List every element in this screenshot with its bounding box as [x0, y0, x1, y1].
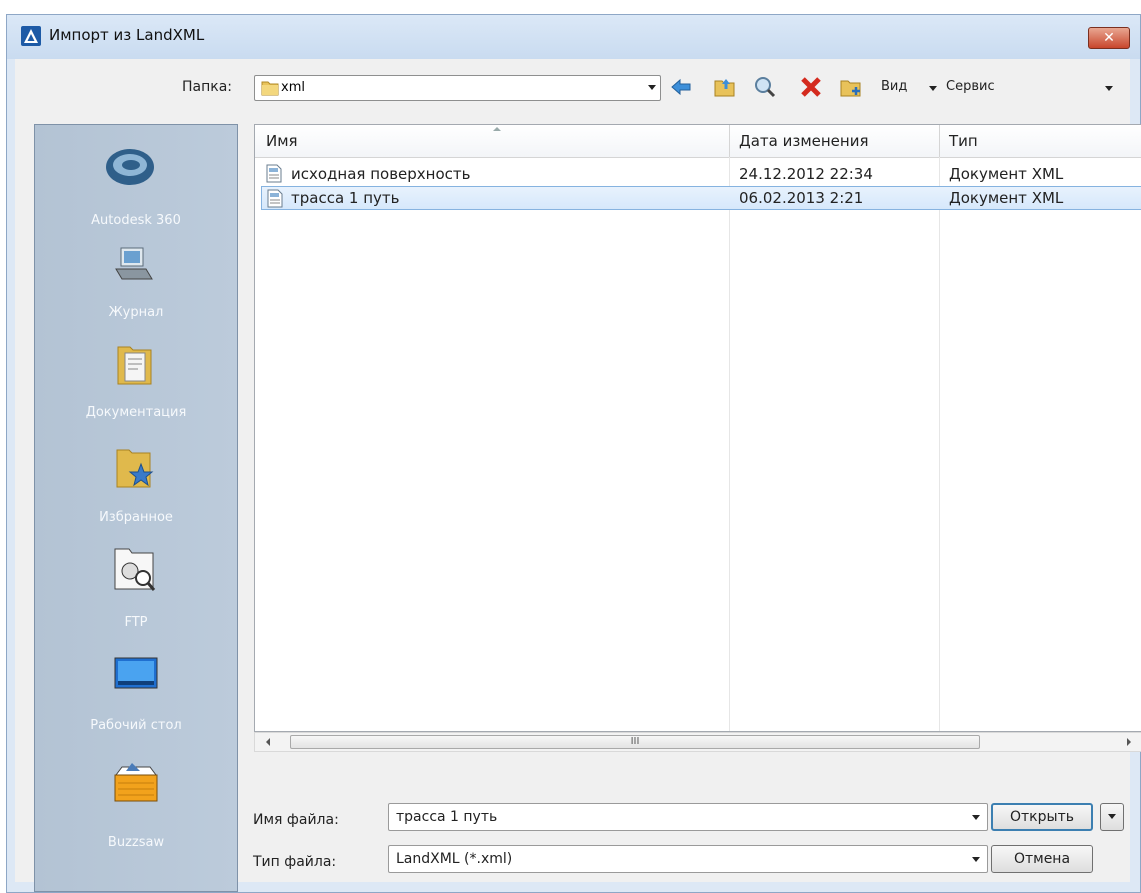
- buzzsaw-icon: [114, 763, 158, 802]
- up-folder-button[interactable]: [713, 75, 737, 101]
- filetype-select[interactable]: LandXML (*.xml): [388, 845, 988, 873]
- column-divider[interactable]: [729, 125, 730, 157]
- delete-icon: [801, 77, 821, 97]
- documents-icon: [117, 346, 152, 385]
- file-date: 24.12.2012 22:34: [739, 165, 873, 183]
- place-label: Buzzsaw: [107, 835, 165, 850]
- new-folder-icon: [840, 80, 861, 97]
- column-header-type[interactable]: Тип: [949, 132, 978, 150]
- place-ftp[interactable]: FTP: [35, 543, 237, 643]
- tools-dropdown-icon[interactable]: [1105, 86, 1113, 91]
- filetype-value: LandXML (*.xml): [396, 851, 513, 867]
- file-row[interactable]: исходная поверхность 24.12.2012 22:34 До…: [261, 162, 1141, 186]
- window-title: Импорт из LandXML: [49, 26, 205, 44]
- chevron-down-icon: [972, 857, 980, 862]
- scroll-left-icon[interactable]: [266, 738, 270, 746]
- close-button[interactable]: ✕: [1088, 27, 1130, 49]
- file-date: 06.02.2013 2:21: [739, 189, 864, 207]
- place-label: Autodesk 360: [91, 213, 181, 228]
- file-name: исходная поверхность: [291, 165, 471, 183]
- ftp-icon: [114, 548, 156, 591]
- place-documents[interactable]: Документация: [35, 335, 237, 435]
- place-label: Рабочий стол: [90, 718, 182, 733]
- chevron-down-icon: [1108, 814, 1116, 819]
- horizontal-scrollbar[interactable]: III: [254, 732, 1141, 752]
- filename-label: Имя файла:: [253, 812, 339, 828]
- cancel-button[interactable]: Отмена: [991, 845, 1093, 873]
- filename-input[interactable]: трасса 1 путь: [388, 803, 988, 831]
- file-row-selected[interactable]: трасса 1 путь 06.02.2013 2:21 Документ X…: [261, 186, 1141, 210]
- place-history[interactable]: Журнал: [35, 235, 237, 335]
- views-menu[interactable]: Вид: [881, 79, 907, 94]
- filename-value: трасса 1 путь: [396, 809, 498, 825]
- app-icon: [21, 26, 41, 46]
- import-dialog: Импорт из LandXML ✕ Папка: xml Вид Серви…: [6, 14, 1141, 893]
- column-header-date[interactable]: Дата изменения: [739, 132, 869, 150]
- new-folder-button[interactable]: [839, 75, 863, 101]
- column-guide: [939, 157, 940, 731]
- search-web-button[interactable]: [753, 75, 777, 101]
- place-label: Документация: [85, 405, 187, 420]
- place-buzzsaw[interactable]: Buzzsaw: [35, 755, 237, 865]
- scroll-thumb[interactable]: III: [290, 735, 980, 749]
- list-header: Имя Дата изменения Тип: [255, 125, 1141, 158]
- folder-label: Папка:: [182, 79, 233, 95]
- column-header-name[interactable]: Имя: [266, 132, 298, 150]
- favorites-icon: [116, 449, 154, 488]
- filetype-label: Тип файла:: [253, 854, 337, 870]
- history-icon: [115, 247, 153, 280]
- column-guide: [729, 157, 730, 731]
- back-arrow-icon: [671, 78, 691, 96]
- place-label: Журнал: [108, 305, 164, 320]
- folder-icon: [261, 81, 279, 96]
- filename-dropdown[interactable]: [967, 806, 985, 828]
- scroll-grip: III: [630, 736, 640, 747]
- file-name: трасса 1 путь: [291, 189, 400, 207]
- chevron-down-icon[interactable]: [648, 85, 656, 90]
- sort-ascending-icon: [493, 127, 501, 131]
- places-bar: Autodesk 360 Журнал Документация Избранн…: [34, 124, 238, 892]
- views-dropdown-icon[interactable]: [929, 86, 937, 91]
- place-autodesk-360[interactable]: Autodesk 360: [35, 133, 237, 233]
- search-icon: [755, 77, 776, 98]
- scroll-right-icon[interactable]: [1127, 738, 1131, 746]
- folder-current: xml: [281, 80, 305, 95]
- column-divider[interactable]: [939, 125, 940, 157]
- file-type: Документ XML: [949, 189, 1064, 207]
- autodesk-360-icon: [106, 149, 154, 185]
- place-desktop[interactable]: Рабочий стол: [35, 648, 237, 748]
- open-button[interactable]: Открыть: [991, 803, 1093, 831]
- file-type: Документ XML: [949, 165, 1064, 183]
- back-button[interactable]: [669, 75, 693, 101]
- desktop-icon: [114, 657, 158, 689]
- up-folder-icon: [714, 79, 735, 97]
- tools-menu[interactable]: Сервис: [946, 79, 995, 94]
- filetype-dropdown[interactable]: [967, 848, 985, 870]
- xml-file-icon: [266, 164, 282, 183]
- xml-file-icon: [267, 189, 283, 208]
- title-bar: Импорт из LandXML ✕: [7, 15, 1140, 59]
- place-label: FTP: [124, 615, 148, 630]
- place-favorites[interactable]: Избранное: [35, 438, 237, 538]
- delete-button[interactable]: [799, 75, 823, 101]
- open-options-button[interactable]: [1100, 803, 1124, 831]
- dialog-body: Папка: xml Вид Сервис Autodesk 360 Журна…: [15, 59, 1141, 892]
- folder-select[interactable]: xml: [254, 75, 661, 101]
- place-label: Избранное: [99, 510, 173, 525]
- file-list[interactable]: Имя Дата изменения Тип исходная поверхно…: [254, 124, 1141, 732]
- chevron-down-icon: [972, 815, 980, 820]
